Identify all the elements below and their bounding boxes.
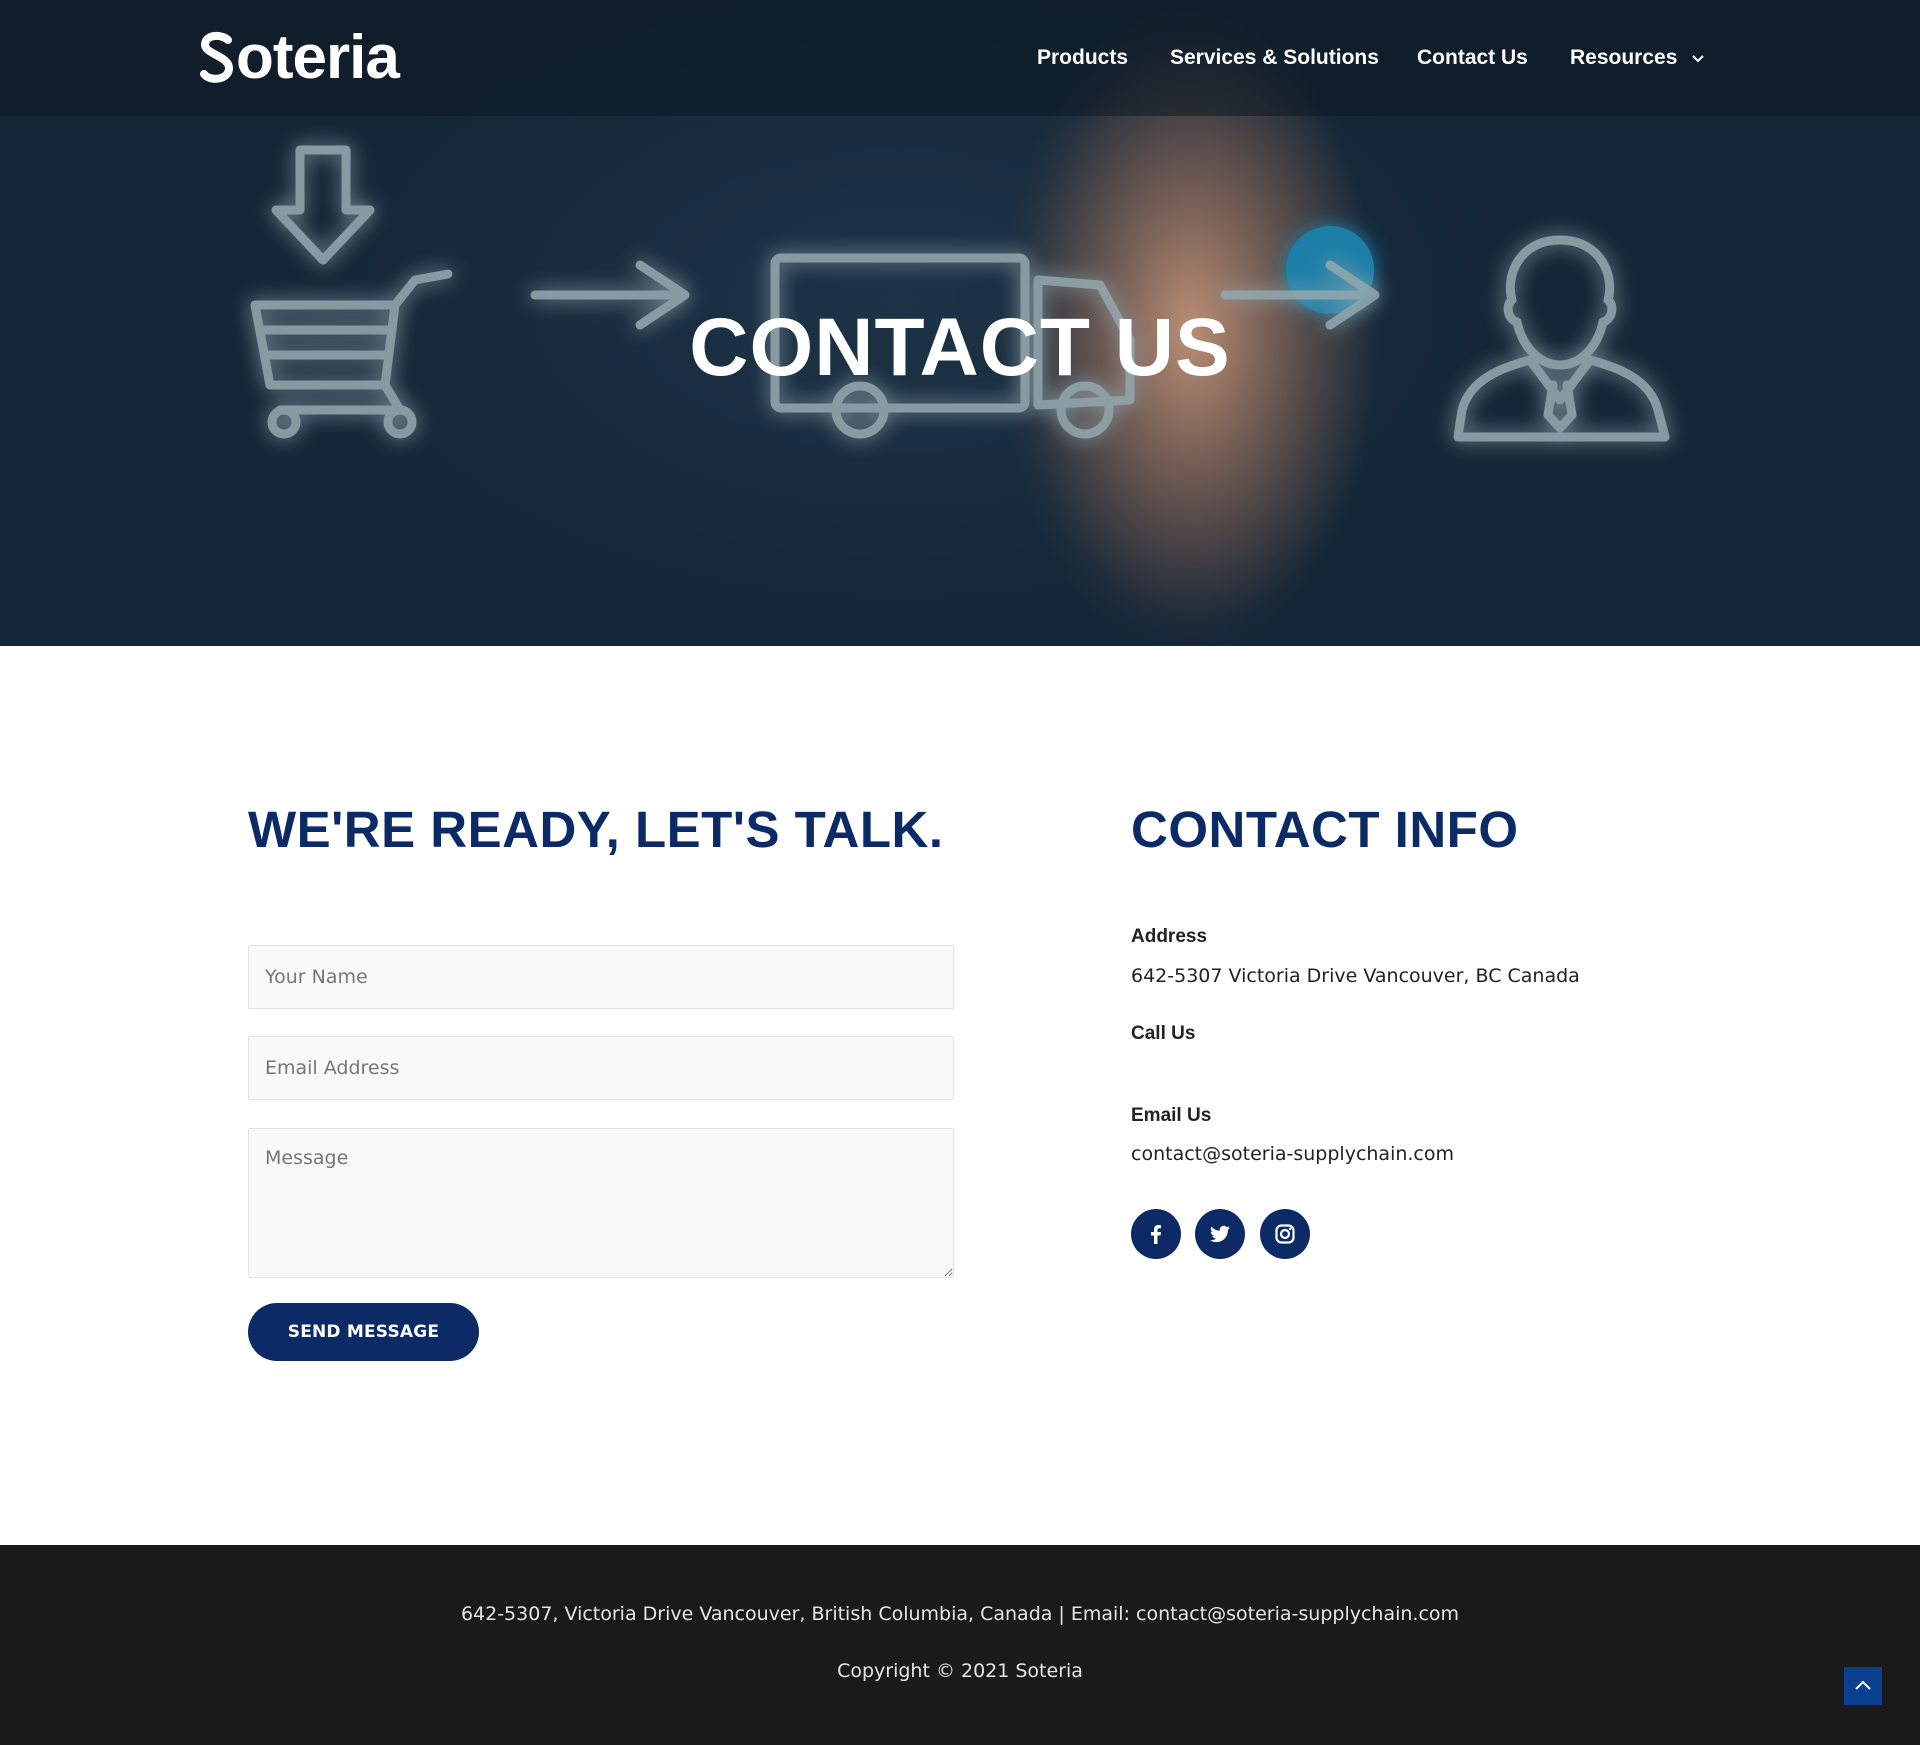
call-us-label: Call Us [1131, 1023, 1196, 1044]
email-link[interactable]: contact@soteria-supplychain.com [1131, 1141, 1454, 1167]
facebook-icon [1151, 1225, 1162, 1244]
nav-resources[interactable]: Resources [1570, 44, 1705, 72]
email-us-label: Email Us [1131, 1105, 1212, 1126]
instagram-icon [1275, 1224, 1295, 1244]
download-arrow-icon [271, 145, 375, 265]
instagram-link[interactable] [1260, 1209, 1310, 1259]
hero-banner: oteria Products Services & Solutions Con… [0, 0, 1920, 646]
nav-services-solutions[interactable]: Services & Solutions [1170, 44, 1379, 72]
name-input[interactable] [248, 945, 954, 1009]
twitter-icon [1210, 1225, 1230, 1243]
address-value: 642-5307 Victoria Drive Vancouver, BC Ca… [1131, 965, 1580, 987]
chevron-up-icon [1855, 1680, 1871, 1690]
footer-address: 642-5307, Victoria Drive Vancouver, Brit… [460, 1603, 1460, 1625]
nav-resources-label: Resources [1570, 46, 1678, 69]
email-input[interactable] [248, 1036, 954, 1100]
address-label: Address [1131, 926, 1208, 947]
footer-copyright: Copyright © 2021 Soteria [837, 1660, 1083, 1682]
twitter-link[interactable] [1195, 1209, 1245, 1259]
send-message-button[interactable]: SEND MESSAGE [248, 1303, 479, 1361]
page-title: CONTACT US [689, 302, 1231, 393]
main-nav: Products Services & Solutions Contact Us… [0, 44, 1920, 74]
chevron-down-icon [1692, 55, 1704, 63]
nav-contact-us[interactable]: Contact Us [1417, 44, 1528, 72]
facebook-link[interactable] [1131, 1209, 1181, 1259]
nav-products[interactable]: Products [1037, 44, 1128, 72]
message-textarea[interactable] [248, 1128, 954, 1278]
contact-info-heading: CONTACT INFO [1131, 801, 1519, 858]
site-footer: 642-5307, Victoria Drive Vancouver, Brit… [0, 1545, 1920, 1745]
back-to-top-button[interactable] [1844, 1667, 1882, 1705]
contact-form-heading: WE'RE READY, LET'S TALK. [248, 801, 944, 858]
